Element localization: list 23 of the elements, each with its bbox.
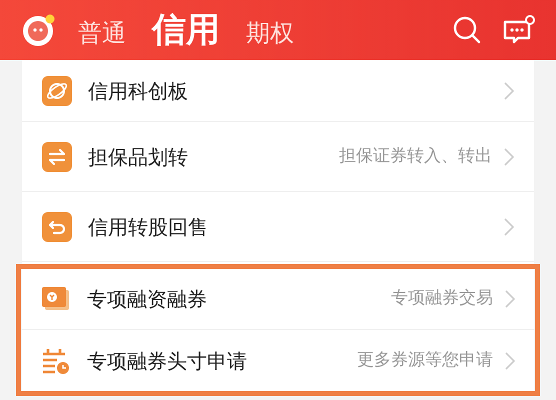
chevron-right-icon: [505, 290, 515, 308]
menu-item-label[interactable]: 信用转股回售: [88, 212, 208, 242]
menu-item-label[interactable]: 信用科创板: [88, 76, 188, 106]
menu-row[interactable]: 专项融券头寸申请 更多券源等您申请: [21, 330, 535, 391]
message-icon[interactable]: [502, 14, 536, 46]
menu-row[interactable]: 专项融资融券 专项融券交易: [21, 269, 535, 330]
menu-item-hint: 担保证券转入、转出: [339, 144, 492, 168]
swap-arrows-icon: [42, 142, 72, 172]
chevron-right-icon: [504, 148, 514, 166]
chevron-right-icon: [504, 82, 514, 100]
menu-item-label[interactable]: 专项融资融券: [87, 284, 207, 314]
menu-row[interactable]: 担保品划转 担保证券转入、转出: [22, 122, 534, 192]
menu-item-label[interactable]: 专项融券头寸申请: [87, 346, 247, 376]
header-tab[interactable]: 信用: [152, 13, 220, 47]
planet-icon: [42, 76, 72, 106]
menu-row[interactable]: 信用科创板: [22, 60, 534, 122]
menu-item-label[interactable]: 担保品划转: [88, 142, 188, 172]
menu-row[interactable]: 信用转股回售: [22, 192, 534, 262]
chevron-right-icon: [504, 218, 514, 236]
chevron-right-icon: [505, 352, 515, 370]
menu-item-hint: 更多券源等您申请: [357, 348, 493, 372]
menu-item-hint: 专项融券交易: [391, 287, 493, 310]
search-icon[interactable]: [452, 15, 482, 45]
